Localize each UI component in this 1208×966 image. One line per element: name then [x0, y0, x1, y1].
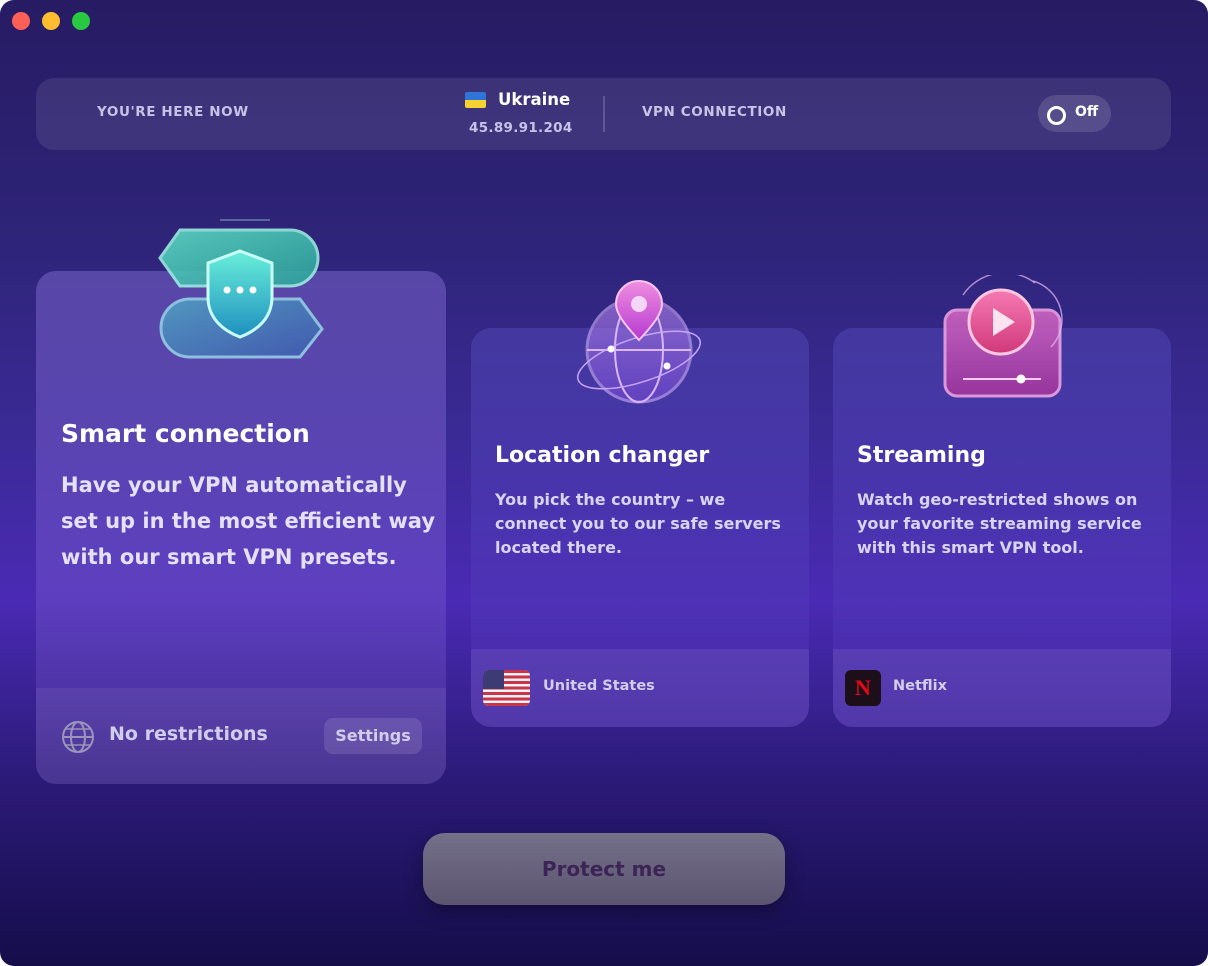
status-bar: YOU'RE HERE NOW Ukraine 45.89.91.204 VPN… [36, 78, 1171, 150]
globe-pin-icon [577, 280, 701, 404]
card-footer[interactable]: United States [471, 649, 809, 727]
current-country: Ukraine [498, 90, 571, 109]
card-footer: No restrictions Settings [36, 688, 446, 784]
card-title: Location changer [495, 443, 710, 468]
vpn-connection-label: VPN CONNECTION [642, 104, 787, 120]
card-title: Streaming [857, 443, 986, 468]
protect-me-button[interactable]: Protect me [423, 833, 785, 905]
shield-icon [158, 219, 324, 359]
settings-button[interactable]: Settings [324, 718, 422, 754]
toggle-knob-icon [1047, 106, 1066, 125]
location-label: YOU'RE HERE NOW [97, 104, 249, 120]
ip-address: 45.89.91.204 [469, 120, 573, 136]
toggle-label: Off [1075, 104, 1099, 120]
selected-country: United States [543, 678, 655, 694]
card-description: You pick the country – we connect you to… [495, 490, 781, 557]
globe-icon [62, 721, 94, 753]
close-window-button[interactable] [12, 12, 30, 30]
restriction-status: No restrictions [109, 723, 268, 745]
ukraine-flag-icon [465, 92, 486, 108]
vpn-toggle[interactable]: Off [1038, 95, 1111, 132]
us-flag-icon [483, 670, 530, 706]
selected-service: Netflix [893, 678, 947, 694]
divider [603, 96, 605, 132]
maximize-window-button[interactable] [72, 12, 90, 30]
app-window: YOU'RE HERE NOW Ukraine 45.89.91.204 VPN… [0, 0, 1208, 966]
netflix-icon: N [845, 670, 881, 706]
card-title: Smart connection [61, 419, 310, 448]
minimize-window-button[interactable] [42, 12, 60, 30]
card-description: Have your VPN automatically set up in th… [61, 473, 436, 569]
card-footer[interactable]: N Netflix [833, 649, 1171, 727]
play-icon [943, 275, 1063, 398]
card-description: Watch geo-restricted shows on your favor… [857, 490, 1142, 557]
